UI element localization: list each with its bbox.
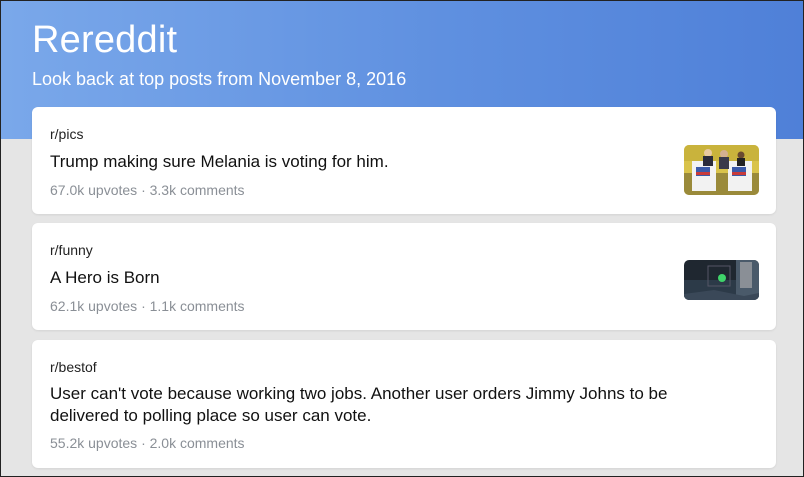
meta-separator: · xyxy=(141,435,146,451)
page-subtitle: Look back at top posts from November 8, … xyxy=(32,69,407,89)
meta-separator: · xyxy=(141,298,146,314)
post-comments[interactable]: 3.3k comments xyxy=(150,182,245,198)
post-subreddit[interactable]: r/funny xyxy=(50,242,93,258)
post-card[interactable]: r/funny A Hero is Born 62.1k upvotes · 1… xyxy=(32,223,776,330)
post-card[interactable]: r/pics Trump making sure Melania is voti… xyxy=(32,107,776,214)
post-title[interactable]: A Hero is Born xyxy=(50,267,160,289)
post-upvotes: 62.1k upvotes xyxy=(50,298,138,314)
post-subreddit[interactable]: r/bestof xyxy=(50,359,97,375)
post-comments[interactable]: 1.1k comments xyxy=(150,298,245,314)
meta-separator: · xyxy=(141,182,146,198)
post-meta: 55.2k upvotes · 2.0k comments xyxy=(50,435,245,451)
post-meta: 62.1k upvotes · 1.1k comments xyxy=(50,298,245,314)
post-thumbnail[interactable] xyxy=(684,260,759,300)
post-card[interactable]: r/bestof User can't vote because working… xyxy=(32,340,776,468)
page-title: Rereddit xyxy=(32,19,178,61)
post-subreddit[interactable]: r/pics xyxy=(50,126,83,142)
post-title[interactable]: User can't vote because working two jobs… xyxy=(50,383,667,427)
post-title-line: delivered to polling place so user can v… xyxy=(50,406,372,425)
post-thumbnail[interactable] xyxy=(684,145,759,195)
dark-street-photo-icon xyxy=(684,260,759,300)
voting-booth-photo-icon xyxy=(684,145,759,195)
post-upvotes: 67.0k upvotes xyxy=(50,182,138,198)
post-comments[interactable]: 2.0k comments xyxy=(150,435,245,451)
app-frame: Rereddit Look back at top posts from Nov… xyxy=(0,0,804,477)
post-title[interactable]: Trump making sure Melania is voting for … xyxy=(50,151,389,173)
post-meta: 67.0k upvotes · 3.3k comments xyxy=(50,182,245,198)
post-title-line: User can't vote because working two jobs… xyxy=(50,384,668,403)
post-upvotes: 55.2k upvotes xyxy=(50,435,138,451)
